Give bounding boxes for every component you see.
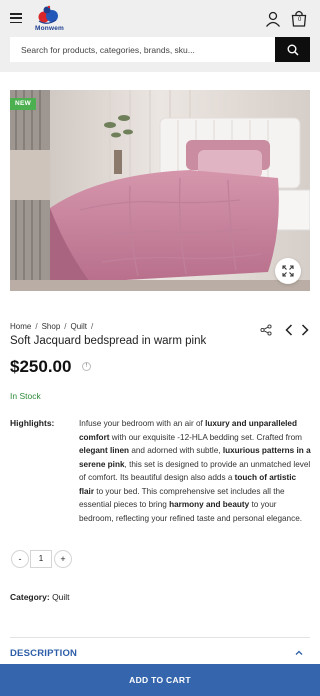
chevron-up-icon[interactable] bbox=[294, 648, 304, 658]
highlight-text: and adorned with subtle, bbox=[129, 446, 223, 455]
fullscreen-icon bbox=[282, 265, 294, 277]
description-tab[interactable]: DESCRIPTION bbox=[10, 648, 77, 659]
search-input[interactable] bbox=[10, 37, 275, 62]
bedspread-photo bbox=[10, 90, 310, 291]
breadcrumb-separator: / bbox=[35, 322, 38, 331]
highlight-bold-text: harmony and beauty bbox=[169, 500, 250, 509]
breadcrumb: Home / Shop / Quilt / bbox=[10, 322, 97, 331]
category-link[interactable]: Quilt bbox=[52, 592, 69, 602]
breadcrumb-separator: / bbox=[64, 322, 67, 331]
search-icon bbox=[287, 44, 299, 56]
account-icon[interactable] bbox=[265, 11, 281, 27]
product-category: Category: Quilt bbox=[10, 592, 70, 602]
search-button[interactable] bbox=[275, 37, 310, 62]
highlights-text: Infuse your bedroom with an air of luxur… bbox=[79, 417, 311, 525]
header: Monwem 0 bbox=[0, 0, 320, 72]
search-bar bbox=[10, 37, 310, 62]
highlight-text: with our exquisite -12-HLA bedding set. … bbox=[109, 432, 302, 442]
menu-icon[interactable] bbox=[10, 13, 22, 24]
chevron-left-icon[interactable] bbox=[284, 324, 294, 336]
quantity-decrease-button[interactable]: - bbox=[11, 550, 29, 568]
breadcrumb-separator: / bbox=[90, 322, 94, 331]
highlights-label: Highlights: bbox=[10, 418, 55, 428]
brand-logo-text: Monwem bbox=[35, 25, 65, 32]
breadcrumb-home[interactable]: Home bbox=[10, 322, 31, 331]
breadcrumb-quilt[interactable]: Quilt bbox=[71, 322, 87, 331]
share-icon[interactable] bbox=[260, 324, 272, 336]
category-label: Category: bbox=[10, 592, 50, 602]
add-to-cart-button[interactable]: ADD TO CART bbox=[0, 664, 320, 696]
price-info-icon[interactable]: ! bbox=[82, 362, 91, 371]
stock-status: In Stock bbox=[10, 391, 41, 401]
product-title: Soft Jacquard bedspread in warm pink bbox=[10, 335, 207, 347]
product-price: $250.00 bbox=[10, 357, 72, 376]
highlight-text: Infuse your bedroom with an air of bbox=[79, 419, 206, 428]
quantity-input[interactable]: 1 bbox=[30, 550, 52, 568]
chevron-right-icon[interactable] bbox=[300, 324, 310, 336]
product-image[interactable] bbox=[10, 90, 310, 291]
expand-image-button[interactable] bbox=[275, 258, 301, 284]
new-badge: NEW bbox=[10, 98, 37, 110]
quantity-increase-button[interactable]: + bbox=[54, 550, 72, 568]
highlight-bold-text: elegant linen bbox=[79, 446, 130, 455]
breadcrumb-shop[interactable]: Shop bbox=[42, 322, 61, 331]
cart-count-badge: 0 bbox=[298, 17, 302, 23]
section-divider bbox=[10, 637, 310, 638]
